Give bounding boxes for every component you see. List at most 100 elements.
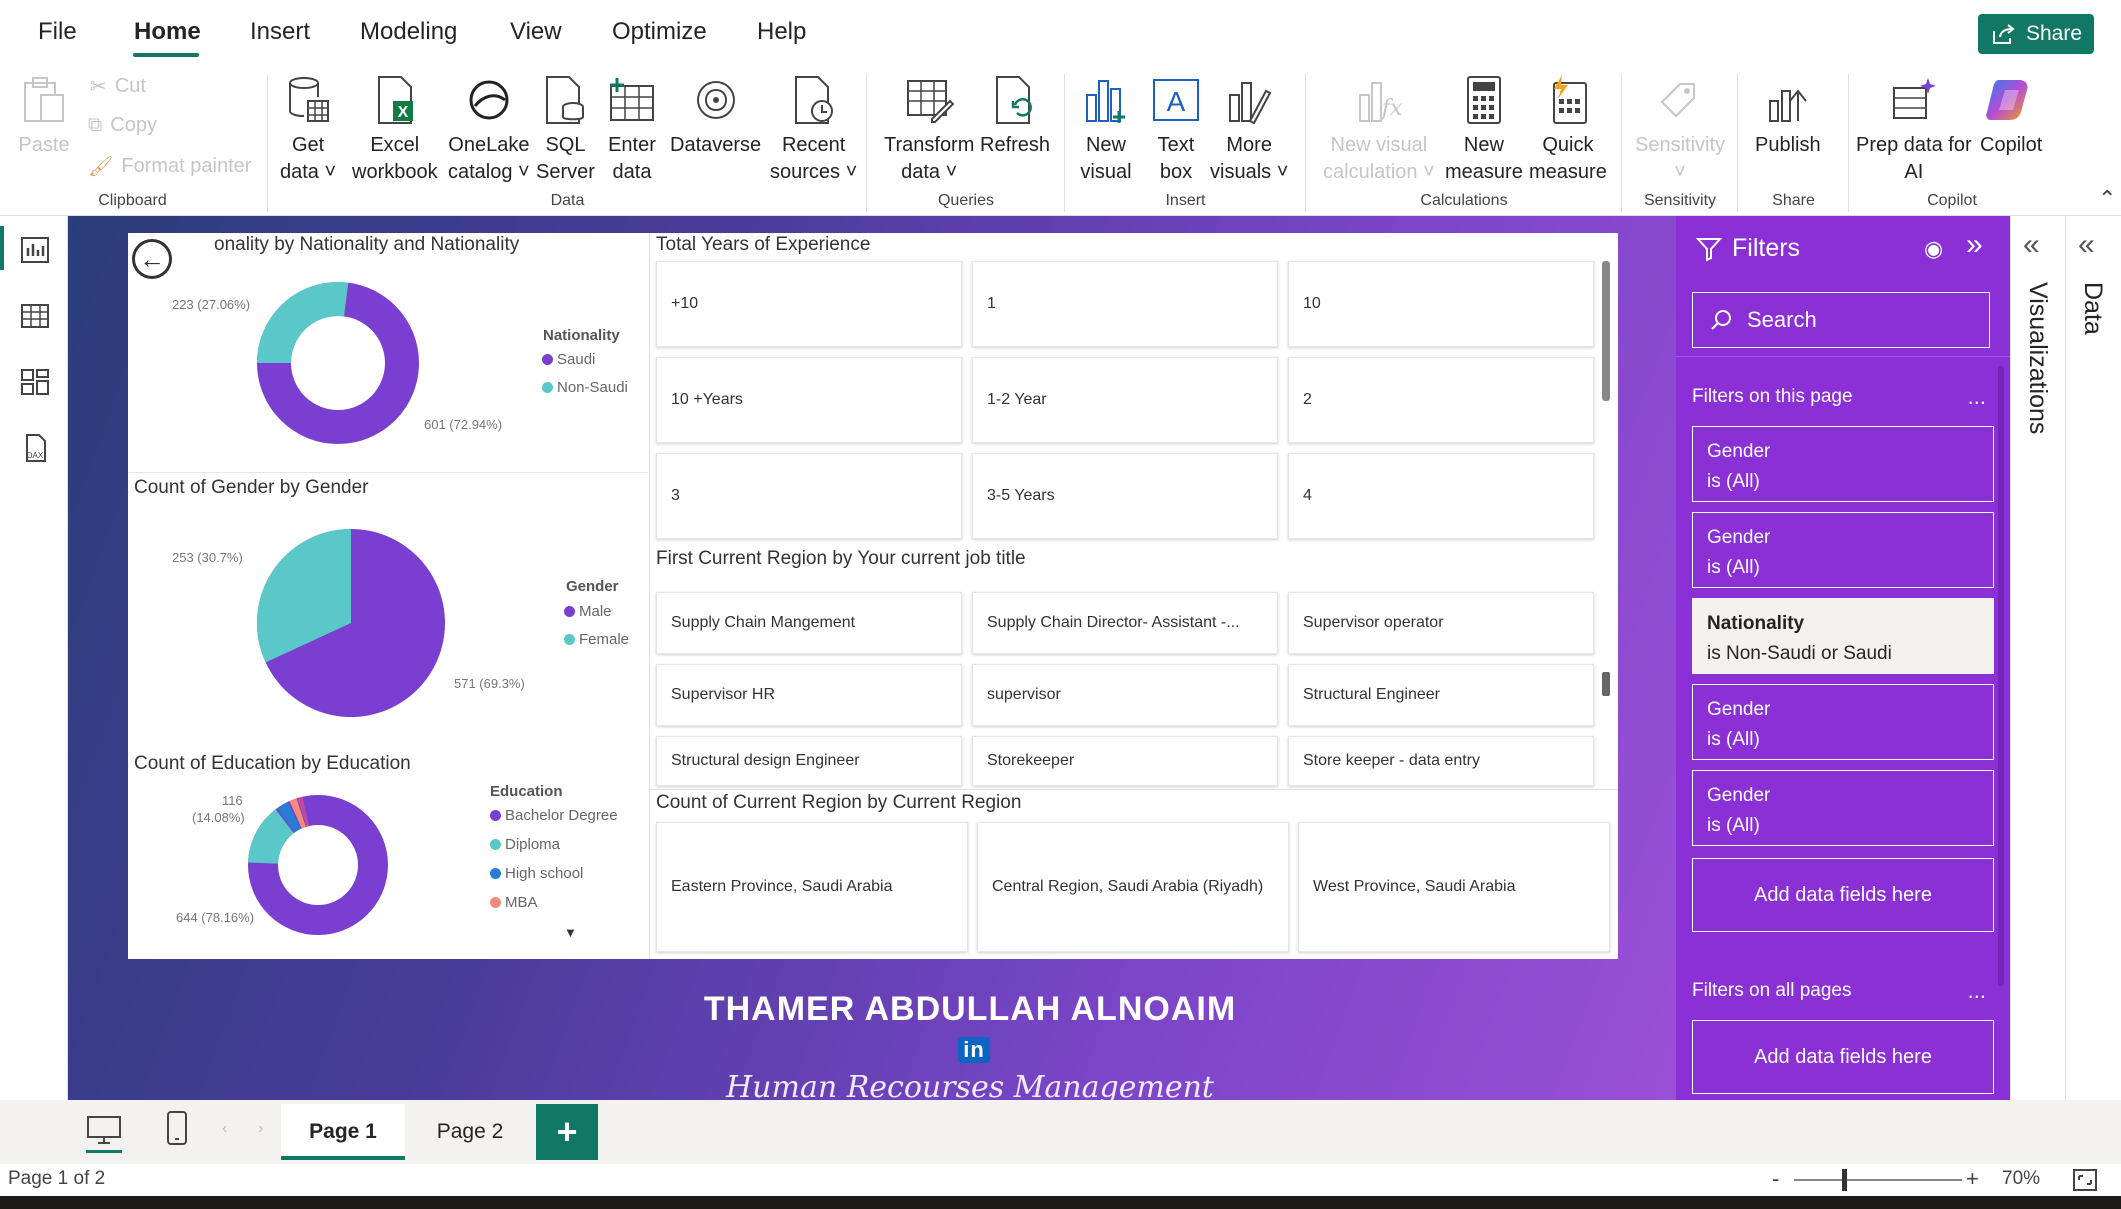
experience-card[interactable]: 10 +Years [656,357,962,443]
copilot-button[interactable]: Copilot [1980,74,2042,159]
filter-card-gender[interactable]: Gender is (All) [1692,426,1994,502]
legend-item-non-saudi[interactable]: Non-Saudi [542,379,628,396]
add-data-fields-page-dropzone[interactable]: Add data fields here [1692,858,1994,932]
refresh-button[interactable]: Refresh [980,74,1050,159]
zoom-out-button[interactable]: - [1772,1166,1779,1192]
filter-card-gender[interactable]: Gender is (All) [1692,684,1994,760]
education-donut-visual[interactable]: Count of Education by Education 116 (14.… [128,745,648,959]
expand-data-icon[interactable]: « [2078,228,2095,262]
linkedin-icon[interactable]: in [958,1037,990,1064]
new-visual-button[interactable]: New visual [1080,74,1132,186]
model-view-icon[interactable] [19,366,51,398]
region-card[interactable]: West Province, Saudi Arabia [1298,822,1610,952]
collapse-ribbon-icon[interactable]: ⌃ [2098,186,2116,212]
experience-card[interactable]: +10 [656,261,962,347]
filters-scrollbar[interactable] [1998,366,2004,986]
menu-modeling[interactable]: Modeling [360,18,457,46]
legend-item-mba[interactable]: MBA [490,894,538,911]
menu-help[interactable]: Help [757,18,806,46]
gender-pie-chart[interactable] [253,525,449,721]
zoom-in-button[interactable]: + [1966,1166,1979,1192]
sql-server-button[interactable]: SQL Server [536,74,595,186]
more-options-icon[interactable]: ... [1968,384,1986,410]
menu-home[interactable]: Home [134,18,201,46]
experience-card[interactable]: 4 [1288,453,1594,539]
experience-card[interactable]: 3 [656,453,962,539]
dax-query-view-icon[interactable]: DAX [19,432,51,464]
add-data-fields-all-dropzone[interactable]: Add data fields here [1692,1020,1994,1094]
job-title-card[interactable]: Supply Chain Mangement [656,592,962,654]
job-title-card[interactable]: Supervisor operator [1288,592,1594,654]
job-title-card[interactable]: Storekeeper [972,736,1278,786]
experience-card[interactable]: 1 [972,261,1278,347]
job-title-card[interactable]: Supply Chain Director- Assistant -... [972,592,1278,654]
eye-icon[interactable]: ◉ [1924,236,1943,262]
experience-card[interactable]: 3-5 Years [972,453,1278,539]
text-box-button[interactable]: A Text box [1150,74,1202,186]
chevron-left-icon[interactable]: ‹ [222,1120,227,1138]
job-title-card[interactable]: Structural design Engineer [656,736,962,786]
menu-insert[interactable]: Insert [250,18,310,46]
scrollbar-thumb[interactable] [1602,261,1610,401]
get-data-button[interactable]: Get data ˅ [280,74,336,186]
legend-scroll-down-icon[interactable]: ▼ [564,925,577,940]
job-title-card[interactable]: supervisor [972,664,1278,726]
more-options-icon[interactable]: ... [1968,978,1986,1004]
menu-optimize[interactable]: Optimize [612,18,707,46]
education-donut-chart[interactable] [243,790,393,940]
filter-card-gender[interactable]: Gender is (All) [1692,770,1994,846]
recent-sources-button[interactable]: Recent sources ˅ [770,74,857,186]
job-title-card[interactable]: Store keeper - data entry [1288,736,1594,786]
more-visuals-button[interactable]: More visuals ˅ [1210,74,1288,186]
legend-item-saudi[interactable]: Saudi [542,351,595,368]
legend-item-female[interactable]: Female [564,631,629,648]
collapse-filters-icon[interactable]: » [1966,228,1983,262]
tab-page-1[interactable]: Page 1 [281,1104,405,1160]
legend-item-diploma[interactable]: Diploma [490,836,560,853]
format-painter-button[interactable]: 🖌 Format painter [88,154,251,179]
job-title-card[interactable]: Supervisor HR [656,664,962,726]
fit-to-page-icon[interactable] [2072,1168,2098,1192]
sensitivity-button[interactable]: Sensitivity ˅ [1635,74,1725,186]
onelake-catalog-button[interactable]: OneLake catalog ˅ [448,74,530,186]
legend-item-male[interactable]: Male [564,603,612,620]
zoom-slider-track[interactable] [1794,1179,1962,1181]
prep-data-for-ai-button[interactable]: Prep data for AI [1856,74,1972,186]
experience-card[interactable]: 10 [1288,261,1594,347]
desktop-layout-icon[interactable] [86,1114,122,1146]
new-visual-calculation-button[interactable]: fx New visual calculation ˅ [1323,74,1435,186]
visualizations-pane-collapsed[interactable]: « Visualizations [2010,216,2065,1106]
quick-measure-button[interactable]: Quick measure [1529,74,1607,186]
filter-card-nationality[interactable]: Nationality is Non-Saudi or Saudi [1692,598,1994,674]
region-card[interactable]: Eastern Province, Saudi Arabia [656,822,968,952]
publish-button[interactable]: Publish [1755,74,1821,159]
nationality-donut-chart[interactable] [253,278,423,448]
zoom-slider-thumb[interactable] [1842,1169,1847,1191]
legend-item-bachelor[interactable]: Bachelor Degree [490,807,618,824]
data-pane-collapsed[interactable]: « Data [2065,216,2121,1106]
new-measure-button[interactable]: New measure [1445,74,1523,186]
cut-button[interactable]: ✂ Cut [90,74,146,99]
experience-card[interactable]: 1-2 Year [972,357,1278,443]
tab-page-2[interactable]: Page 2 [410,1104,530,1160]
filter-card-gender[interactable]: Gender is (All) [1692,512,1994,588]
table-view-icon[interactable] [19,300,51,332]
scrollbar-thumb[interactable] [1602,672,1610,696]
report-view-icon[interactable] [19,234,51,266]
back-arrow-icon[interactable]: ← [132,239,172,279]
copy-button[interactable]: ⧉ Copy [88,114,157,137]
add-page-button[interactable]: + [536,1104,598,1160]
experience-card[interactable]: 2 [1288,357,1594,443]
mobile-layout-icon[interactable] [165,1110,189,1146]
menu-file[interactable]: File [38,18,77,46]
enter-data-button[interactable]: Enter data [606,74,658,186]
paste-button[interactable]: Paste [18,74,70,159]
gender-pie-visual[interactable]: Count of Gender by Gender 253 (30.7%) 57… [128,475,648,745]
job-title-card[interactable]: Structural Engineer [1288,664,1594,726]
excel-workbook-button[interactable]: X Excel workbook [352,74,438,186]
share-button[interactable]: Share [1978,14,2094,54]
region-card[interactable]: Central Region, Saudi Arabia (Riyadh) [977,822,1289,952]
transform-data-button[interactable]: Transform data ˅ [884,74,974,186]
visualizations-label[interactable]: Visualizations [2023,282,2052,434]
nationality-donut-visual[interactable]: ← onality by Nationality and Nationality… [128,233,648,473]
